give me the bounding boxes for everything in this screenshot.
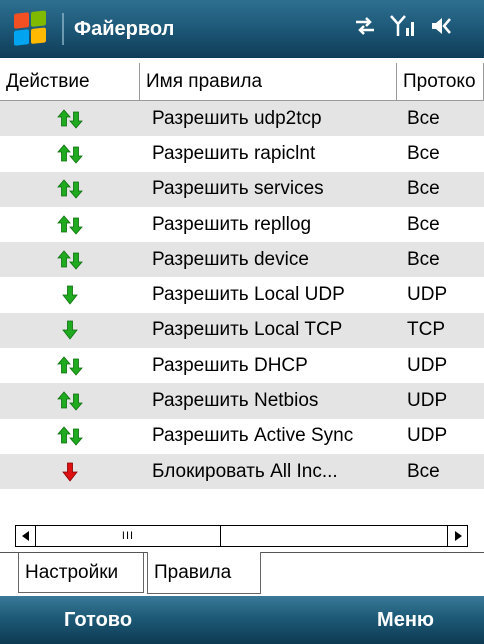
protocol-cell: Все	[407, 107, 440, 129]
column-header-rule-name[interactable]: Имя правила	[140, 63, 397, 100]
tab-strip: Настройки Правила	[0, 552, 484, 594]
protocol-cell: Все	[407, 178, 440, 200]
protocol-cell: Все	[407, 142, 440, 164]
protocol-cell: Все	[407, 248, 440, 270]
table-row[interactable]: Разрешить repllog Все	[0, 207, 484, 242]
softkey-done[interactable]: Готово	[64, 609, 132, 632]
protocol-cell: TCP	[407, 319, 445, 341]
rule-name-cell: Блокировать All Inc...	[152, 460, 338, 482]
rule-name-cell: Разрешить udp2tcp	[152, 107, 322, 129]
allow-both-icon	[0, 249, 140, 271]
arrow-right-icon	[454, 531, 462, 541]
arrow-left-icon	[21, 531, 29, 541]
rule-name-cell: Разрешить repllog	[152, 213, 312, 235]
rule-name-cell: Разрешить rapiclnt	[152, 142, 316, 164]
allow-both-icon	[0, 108, 140, 130]
windows-start-icon	[14, 10, 48, 48]
title-bar: Файервол	[0, 0, 484, 58]
table-row[interactable]: Разрешить rapiclnt Все	[0, 136, 484, 171]
allow-both-icon	[0, 390, 140, 412]
tab-settings[interactable]: Настройки	[18, 553, 144, 593]
volume-icon[interactable]	[430, 15, 454, 43]
column-header-action[interactable]: Действие	[0, 63, 140, 100]
column-header-protocol[interactable]: Протоко	[397, 63, 484, 100]
start-button[interactable]	[0, 0, 62, 58]
table-body: Разрешить udp2tcp Все Разрешить rapiclnt Вс…	[0, 101, 484, 490]
protocol-cell: Все	[407, 213, 440, 235]
scroll-right-button[interactable]	[447, 526, 467, 546]
table-row[interactable]: Разрешить DHCP UDP	[0, 348, 484, 383]
horizontal-scrollbar[interactable]: III	[15, 525, 468, 547]
status-icons	[354, 14, 484, 44]
signal-icon[interactable]	[390, 14, 416, 44]
rule-name-cell: Разрешить Local UDP	[152, 284, 345, 306]
app-title: Файервол	[74, 17, 175, 40]
rule-name-cell: Разрешить services	[152, 178, 324, 200]
rule-name-cell: Разрешить device	[152, 248, 309, 270]
tab-rules[interactable]: Правила	[147, 552, 261, 594]
softkey-bar: Готово Меню	[0, 596, 484, 644]
table-row[interactable]: Разрешить services Все	[0, 171, 484, 207]
table-row[interactable]: Разрешить Local UDP UDP	[0, 277, 484, 312]
scroll-left-button[interactable]	[16, 526, 36, 546]
allow-both-icon	[0, 178, 140, 200]
allow-both-icon	[0, 143, 140, 165]
table-row[interactable]: Разрешить device Все	[0, 242, 484, 278]
table-row[interactable]: Разрешить Local TCP TCP	[0, 312, 484, 349]
rule-name-cell: Разрешить Netbios	[152, 390, 319, 412]
rule-name-cell: Разрешить Active Sync	[152, 425, 354, 447]
protocol-cell: UDP	[407, 354, 448, 376]
allow-in-icon	[0, 284, 140, 306]
title-separator	[62, 13, 64, 45]
table-row[interactable]: Разрешить udp2tcp Все	[0, 101, 484, 137]
block-in-icon	[0, 461, 140, 483]
table-header: Действие Имя правила Протоко	[0, 63, 484, 101]
softkey-menu[interactable]: Меню	[377, 609, 434, 632]
rules-table: Действие Имя правила Протоко Разрешить u…	[0, 63, 484, 531]
table-row[interactable]: Блокировать All Inc... Все	[0, 453, 484, 490]
protocol-cell: UDP	[407, 425, 448, 447]
connectivity-icon[interactable]	[354, 16, 376, 42]
rule-name-cell: Разрешить Local TCP	[152, 319, 343, 341]
scroll-thumb[interactable]: III	[36, 526, 221, 546]
table-row[interactable]: Разрешить Active Sync UDP	[0, 419, 484, 454]
scroll-thumb-grip: III	[121, 530, 135, 542]
table-row[interactable]: Разрешить Netbios UDP	[0, 383, 484, 419]
protocol-cell: Все	[407, 460, 440, 482]
allow-both-icon	[0, 355, 140, 377]
rule-name-cell: Разрешить DHCP	[152, 354, 308, 376]
allow-both-icon	[0, 425, 140, 447]
protocol-cell: UDP	[407, 284, 448, 306]
allow-both-icon	[0, 214, 140, 236]
protocol-cell: UDP	[407, 390, 448, 412]
allow-in-icon	[0, 319, 140, 341]
